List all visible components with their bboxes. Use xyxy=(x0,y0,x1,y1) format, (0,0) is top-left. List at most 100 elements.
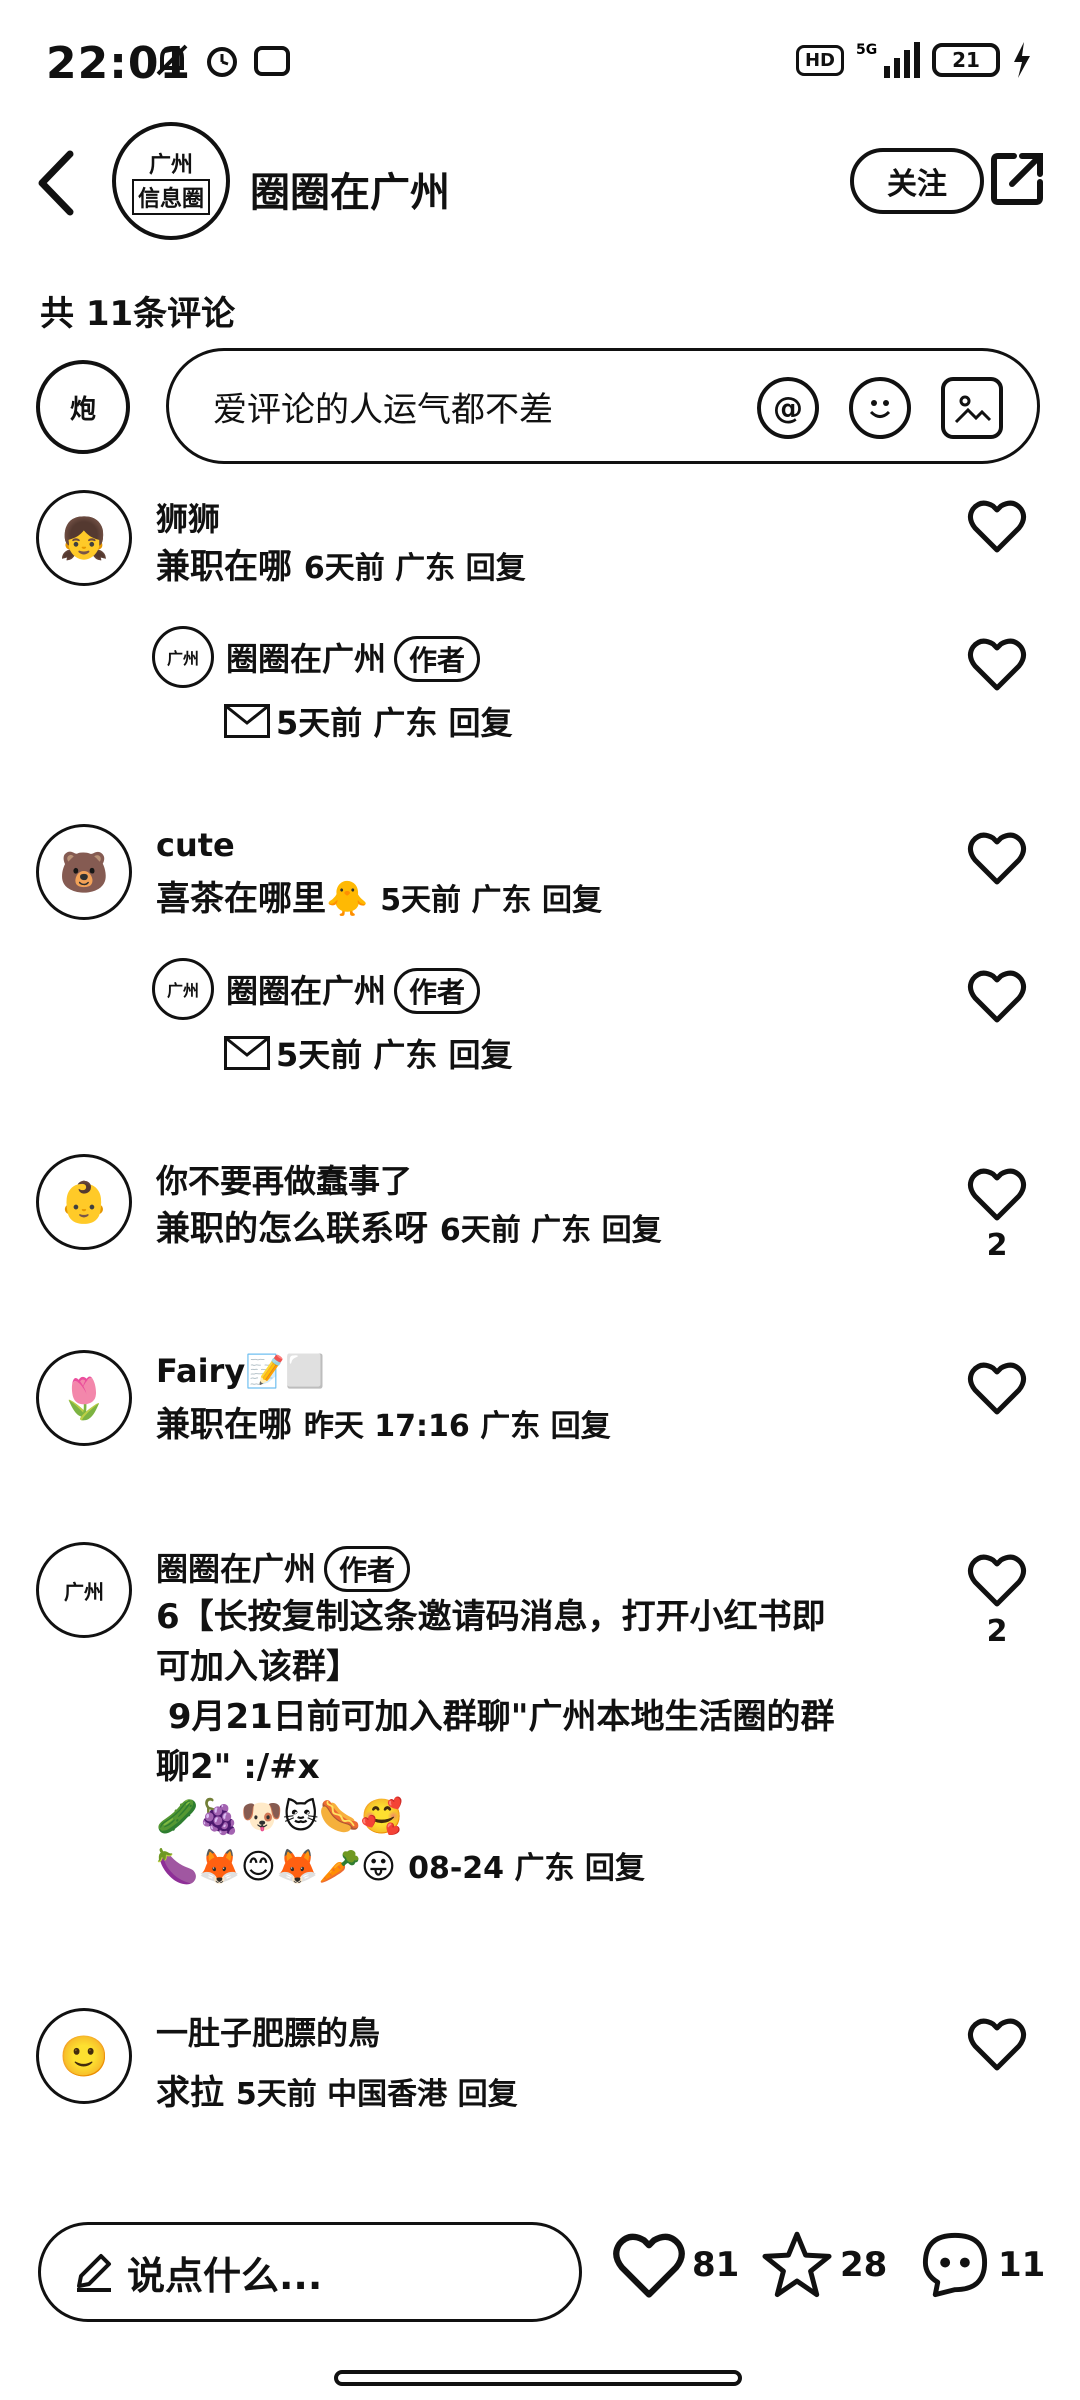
comment-line: 🥒🍇🐶🐱🌭🥰 xyxy=(156,1797,404,1837)
avatar-text-line2: 信息圈 xyxy=(131,179,210,215)
app-notification-icon xyxy=(254,46,290,76)
like-count: 2 xyxy=(986,1228,1008,1263)
comment-body: 兼职在哪 xyxy=(156,1405,292,1445)
comment-emoji-line: 🍆🦊😊🦊🥕😛 xyxy=(156,1847,397,1887)
image-icon[interactable] xyxy=(941,377,1003,439)
reply-meta-text: 5天前 广东 回复 xyxy=(276,704,513,742)
mail-icon xyxy=(224,704,270,738)
like-button[interactable]: 2 xyxy=(964,1552,1030,1649)
reply-like-button[interactable] xyxy=(964,968,1030,1028)
mention-icon[interactable]: @ xyxy=(757,377,819,439)
heart-icon xyxy=(967,970,1027,1023)
share-icon[interactable] xyxy=(990,150,1046,206)
comment-total: 11 xyxy=(998,2245,1046,2285)
reply-name[interactable]: 圈圈在广州 作者 xyxy=(226,966,481,1014)
comment-meta: 6天前 广东 回复 xyxy=(303,551,526,586)
like-button[interactable] xyxy=(964,1360,1030,1420)
home-indicator[interactable] xyxy=(334,2370,742,2386)
commenter-name[interactable]: 你不要再做蠢事了 xyxy=(156,1156,412,1202)
bottom-action-bar: 说点什么... 81 28 11 xyxy=(0,2210,1080,2330)
heart-icon xyxy=(967,1554,1027,1607)
star-icon xyxy=(762,2231,832,2298)
heart-icon xyxy=(613,2233,685,2298)
comment-body: 兼职在哪 xyxy=(156,547,292,587)
emoji-icon[interactable] xyxy=(849,377,911,439)
comment-meta: 5天前 中国香港 回复 xyxy=(235,2077,518,2112)
author-badge: 作者 xyxy=(324,1546,411,1592)
commenter-name[interactable]: cute xyxy=(156,826,235,864)
collect-stat-button[interactable]: 28 xyxy=(760,2230,887,2300)
comment-body: 喜茶在哪里🐥 xyxy=(156,879,369,919)
like-count: 2 xyxy=(986,1614,1008,1649)
commenter-avatar[interactable]: 👶 xyxy=(36,1154,132,1250)
comment-text[interactable]: 兼职在哪 昨天 17:16 广东 回复 xyxy=(156,1400,926,1452)
commenter-name[interactable]: 狮狮 xyxy=(156,494,220,540)
heart-icon xyxy=(967,638,1027,691)
comment-input-placeholder: 爱评论的人运气都不差 xyxy=(213,389,553,430)
commenter-avatar[interactable]: 👧 xyxy=(36,490,132,586)
comment-body: 兼职的怎么联系呀 xyxy=(156,1209,428,1249)
comment-line: 9月21日前可加入群聊"广州本地生活圈的群 xyxy=(156,1697,835,1737)
comment-line-with-meta: 🍆🦊😊🦊🥕😛 08-24 广东 回复 xyxy=(156,1842,926,1894)
comment-text[interactable]: 兼职的怎么联系呀 6天前 广东 回复 xyxy=(156,1204,926,1256)
reply-name[interactable]: 圈圈在广州 作者 xyxy=(226,634,481,682)
comment-line: 聊2" :/#x xyxy=(156,1747,320,1787)
comment-bubble-icon xyxy=(922,2232,988,2298)
commenter-name[interactable]: Fairy📝⬜ xyxy=(156,1352,325,1390)
battery-indicator: 21 xyxy=(932,43,1000,77)
like-button[interactable] xyxy=(964,2016,1030,2076)
reply-meta: 5天前 广东 回复 xyxy=(224,698,513,744)
charging-icon xyxy=(1014,42,1030,78)
commenter-avatar[interactable]: 🌷 xyxy=(36,1350,132,1446)
comment-input[interactable]: 爱评论的人运气都不差 @ xyxy=(166,348,1040,464)
status-bar: 22:01 HD 5G 21 xyxy=(0,0,1080,120)
heart-icon xyxy=(967,1362,1027,1415)
author-name[interactable]: 圈圈在广州 xyxy=(250,160,450,218)
commenter-name[interactable]: 一肚子肥膘的鳥 xyxy=(156,2008,380,2054)
commenter-name[interactable]: 圈圈在广州 作者 xyxy=(156,1544,411,1592)
like-stat-button[interactable]: 81 xyxy=(612,2230,739,2300)
heart-icon xyxy=(967,2018,1027,2071)
commenter-avatar[interactable]: 广州 xyxy=(36,1542,132,1638)
comment-meta: 6天前 广东 回复 xyxy=(439,1213,662,1248)
follow-button[interactable]: 关注 xyxy=(850,148,984,214)
author-avatar[interactable]: 广州 信息圈 xyxy=(112,122,230,240)
comment-body: 求拉 xyxy=(156,2073,224,2113)
my-avatar[interactable]: 炮 xyxy=(36,360,130,454)
comment-meta: 08-24 广东 回复 xyxy=(408,1851,645,1886)
signal-icon: 5G xyxy=(856,42,920,78)
say-something-input[interactable]: 说点什么... xyxy=(38,2222,582,2322)
comment-stat-button[interactable]: 11 xyxy=(918,2230,1045,2300)
heart-icon xyxy=(967,1168,1027,1221)
like-total: 81 xyxy=(692,2245,740,2285)
commenter-avatar[interactable]: 🙂 xyxy=(36,2008,132,2104)
collect-total: 28 xyxy=(840,2245,888,2285)
comment-text[interactable]: 6【长按复制这条邀请码消息，打开小红书即 可加入该群】 9月21日前可加入群聊"… xyxy=(156,1592,926,1894)
like-button[interactable] xyxy=(964,830,1030,890)
like-button[interactable]: 2 xyxy=(964,1166,1030,1263)
heart-icon xyxy=(967,500,1027,553)
reply-meta-text: 5天前 广东 回复 xyxy=(276,1036,513,1074)
reply-avatar[interactable]: 广州 xyxy=(152,958,214,1020)
pencil-icon xyxy=(77,2254,111,2292)
hd-badge: HD xyxy=(795,44,844,76)
status-left-icons xyxy=(152,40,292,80)
comment-meta: 5天前 广东 回复 xyxy=(380,883,602,918)
comment-line: 6【长按复制这条邀请码消息，打开小红书即 xyxy=(156,1597,826,1637)
reply-meta: 5天前 广东 回复 xyxy=(224,1030,513,1076)
reply-like-button[interactable] xyxy=(964,636,1030,696)
reply-name-text: 圈圈在广州 xyxy=(226,972,387,1010)
alarm-icon xyxy=(207,47,237,77)
like-button[interactable] xyxy=(964,498,1030,558)
comment-text[interactable]: 求拉 5天前 中国香港 回复 xyxy=(156,2068,926,2120)
say-placeholder: 说点什么... xyxy=(127,2253,323,2298)
comment-text[interactable]: 喜茶在哪里🐥 5天前 广东 回复 xyxy=(156,874,926,926)
commenter-avatar[interactable]: 🐻 xyxy=(36,824,132,920)
author-badge: 作者 xyxy=(394,968,481,1014)
svg-text:5G: 5G xyxy=(856,42,877,58)
reply-avatar[interactable]: 广州 xyxy=(152,626,214,688)
back-arrow-icon[interactable] xyxy=(34,148,78,218)
author-badge: 作者 xyxy=(394,636,481,682)
status-right-icons: HD 5G 21 xyxy=(795,40,1032,80)
comment-text[interactable]: 兼职在哪 6天前 广东 回复 xyxy=(156,542,926,594)
